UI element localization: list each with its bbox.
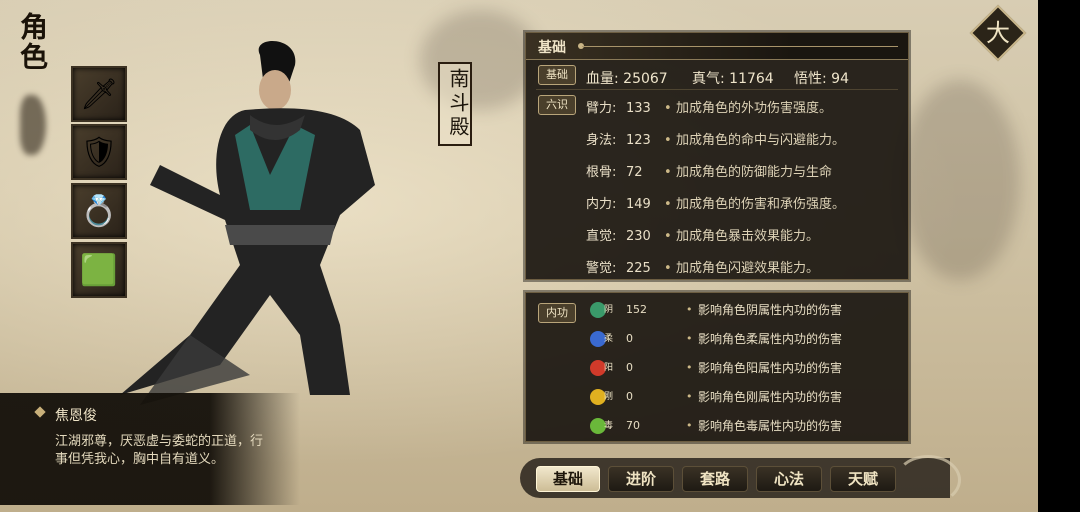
inner-value: 0 [626,332,633,345]
attr-name: 臂力: [586,101,617,116]
page-title: 角色 [16,12,49,72]
attr-row: 根骨: 72 • 加成角色的防御能力与生命 [586,161,832,183]
attr-desc: 加成角色暴击效果能力。 [676,229,820,244]
diamond-icon [34,406,46,418]
inner-desc: 影响角色柔属性内功的伤害 [698,332,843,346]
character-portrait [120,41,375,405]
inner-power-panel: 内功 阴 152 • 影响角色阴属性内功的伤害 柔 0 • 影响角色柔属性内功的伤害 阳 0 •… [525,292,909,442]
wu-value: 94 [831,71,849,87]
attr-value: 133 [626,101,651,116]
attr-row: 警觉: 225 • 加成角色闪避效果能力。 [586,257,819,279]
attr-row: 直觉: 230 • 加成角色暴击效果能力。 [586,225,819,247]
qi-label: 真气: [692,71,725,87]
panel-header: 基础 [526,33,908,60]
inner-row: 毒 70 • 影响角色毒属性内功的伤害 [590,417,842,439]
yin-icon: 阴 [590,301,613,318]
hp-stat: 血量: 25067 [586,68,668,88]
basic-stats-panel: 基础 基础 血量: 25067 真气: 11764 悟性: 94 六识 臂力: 1… [525,32,909,280]
inner-row: 柔 0 • 影响角色柔属性内功的伤害 [590,330,842,352]
character-bio: 焦恩俊 江湖邪尊，厌恶虚与委蛇的正道，行事但凭我心，胸中自有道义。 [0,393,300,505]
attr-desc: 加成角色的防御能力与生命 [676,165,833,180]
inner-desc: 影响角色毒属性内功的伤害 [698,419,843,433]
close-icon: 大 [986,19,1010,47]
attr-value: 123 [626,133,651,148]
attr-name: 内力: [586,197,617,212]
hp-label: 血量: [586,71,619,87]
close-button[interactable]: 大 [969,4,1027,62]
ink-splash [900,80,1020,280]
wu-stat: 悟性: 94 [794,68,849,88]
inner-value: 70 [626,419,640,432]
du-icon: 毒 [590,417,613,434]
divider [536,89,898,90]
attr-name: 直觉: [586,229,617,244]
tab-mental-method[interactable]: 心法 [756,466,822,492]
inner-row: 阳 0 • 影响角色阳属性内功的伤害 [590,359,842,381]
swirl-decoration [895,455,961,505]
panel-header-title: 基础 [538,40,566,56]
attr-value: 225 [626,261,651,276]
attr-name: 根骨: [586,165,617,180]
attr-row: 内力: 149 • 加成角色的伤害和承伤强度。 [586,193,845,215]
attr-value: 230 [626,229,651,244]
inner-desc: 影响角色阴属性内功的伤害 [698,303,843,317]
tab-talent[interactable]: 天赋 [830,466,896,492]
inner-row: 刚 0 • 影响角色刚属性内功的伤害 [590,388,842,410]
tab-basic[interactable]: 基础 [536,466,600,492]
character-description: 江湖邪尊，厌恶虚与委蛇的正道，行事但凭我心，胸中自有道义。 [55,434,264,467]
attr-row: 身法: 123 • 加成角色的命中与闪避能力。 [586,129,845,151]
yang-icon: 阳 [590,359,613,376]
basic-tag: 基础 [538,65,576,85]
inner-desc: 影响角色刚属性内功的伤害 [698,390,843,404]
wu-label: 悟性: [794,71,827,87]
gang-icon: 刚 [590,388,613,405]
school-seal: 南斗殿 [438,62,472,146]
attr-name: 警觉: [586,261,617,276]
qi-stat: 真气: 11764 [692,68,774,88]
qi-value: 11764 [729,71,774,87]
attr-row: 臂力: 133 • 加成角色的外功伤害强度。 [586,97,832,119]
character-screen: 角色 🗡 🛡 💍 🟩 南斗殿 基础 基础 血量: 25067 真气: 11764… [0,0,1080,512]
brush-stroke-decoration [20,95,46,155]
screen-edge [1038,0,1080,512]
inner-row: 阴 152 • 影响角色阴属性内功的伤害 [590,301,842,323]
attr-value: 72 [626,165,643,180]
attr-desc: 加成角色闪避效果能力。 [676,261,820,276]
tab-routine[interactable]: 套路 [682,466,748,492]
inner-desc: 影响角色阳属性内功的伤害 [698,361,843,375]
hp-value: 25067 [623,71,668,87]
six-sense-tag: 六识 [538,95,576,115]
attr-desc: 加成角色的伤害和承伤强度。 [676,197,846,212]
inner-power-tag: 内功 [538,303,576,323]
attr-desc: 加成角色的命中与闪避能力。 [676,133,846,148]
rou-icon: 柔 [590,330,613,347]
inner-value: 152 [626,303,647,316]
header-line [582,46,898,47]
attr-desc: 加成角色的外功伤害强度。 [676,101,833,116]
inner-value: 0 [626,390,633,403]
tab-advanced[interactable]: 进阶 [608,466,674,492]
attr-value: 149 [626,197,651,212]
inner-value: 0 [626,361,633,374]
attr-name: 身法: [586,133,617,148]
character-name: 焦恩俊 [55,408,97,424]
